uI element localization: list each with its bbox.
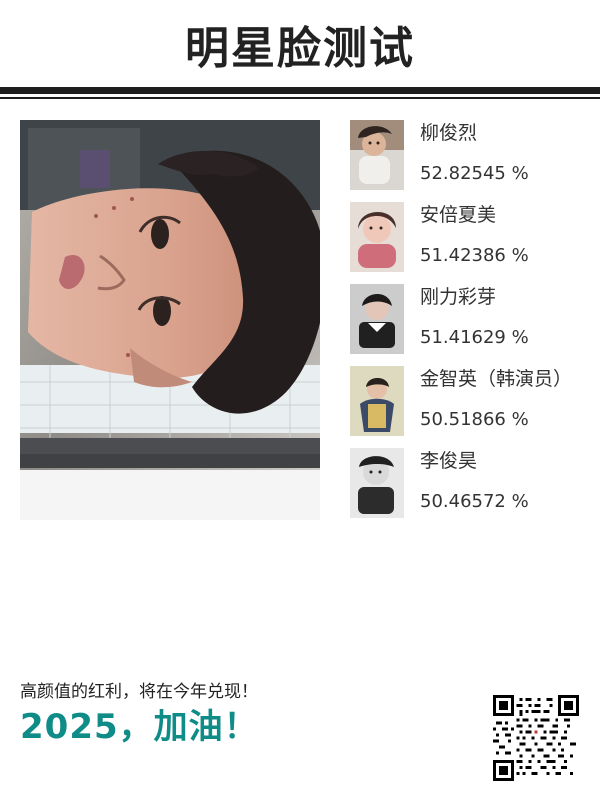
celebrity-name: 柳俊烈 <box>420 122 478 144</box>
page-title: 明星脸测试 <box>185 23 415 74</box>
match-item: 刚力彩芽 51.41629 % <box>350 284 600 366</box>
match-item: 金智英（韩演员） 50.51866 % <box>350 366 600 448</box>
qr-code-icon <box>493 695 579 781</box>
celebrity-name: 李俊昊 <box>420 450 478 472</box>
header-divider-thin <box>0 97 600 99</box>
footer-message: 高颜值的红利，将在今年兑现！ <box>20 682 258 702</box>
similarity-score: 50.46572 % <box>420 491 529 512</box>
similarity-score: 51.42386 % <box>420 245 529 266</box>
celebrity-name: 安倍夏美 <box>420 204 497 226</box>
match-item: 安倍夏美 51.42386 % <box>350 202 600 284</box>
celebrity-photo-4 <box>350 366 404 436</box>
celebrity-name: 金智英（韩演员） <box>420 368 573 390</box>
similarity-score: 52.82545 % <box>420 163 529 184</box>
footer-banner: 2025，加油！ <box>20 707 259 747</box>
header-divider-thick <box>0 87 600 94</box>
celebrity-photo-2 <box>350 202 404 272</box>
match-item: 柳俊烈 52.82545 % <box>350 120 600 202</box>
similarity-score: 51.41629 % <box>420 327 529 348</box>
celebrity-photo-3 <box>350 284 404 354</box>
header: 明星脸测试 <box>0 0 600 100</box>
match-item: 李俊昊 50.46572 % <box>350 448 600 530</box>
user-photo <box>20 120 320 520</box>
celebrity-photo-1 <box>350 120 404 190</box>
celebrity-name: 刚力彩芽 <box>420 286 497 308</box>
similarity-score: 50.51866 % <box>420 409 529 430</box>
celebrity-photo-5 <box>350 448 404 518</box>
